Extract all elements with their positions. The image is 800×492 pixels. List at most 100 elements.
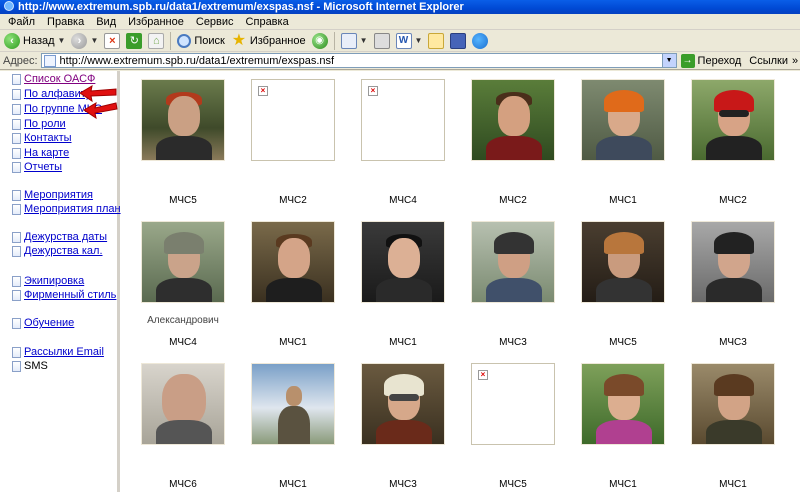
person-photo[interactable] (471, 221, 555, 303)
nav-item-by-role[interactable]: По роли (12, 118, 66, 130)
research-button[interactable] (448, 31, 468, 51)
refresh-button[interactable]: ↻ (124, 31, 144, 51)
document-icon (12, 189, 21, 201)
nav-link[interactable]: По роли (24, 118, 66, 130)
person-photo[interactable]: × (361, 79, 445, 161)
back-dropdown-icon[interactable]: ▼ (58, 36, 66, 45)
home-button[interactable]: ⌂ (146, 31, 166, 51)
person-card[interactable]: МЧС1 (241, 213, 351, 353)
person-card[interactable]: МЧС3 (461, 213, 571, 353)
nav-link[interactable]: Обучение (24, 317, 74, 329)
person-group: МЧС5 (499, 479, 527, 490)
nav-item-training[interactable]: Обучение (12, 317, 74, 329)
nav-link[interactable]: Мероприятия план (24, 203, 121, 215)
book-icon (450, 32, 467, 49)
nav-item-brand-style[interactable]: Фирменный стиль (12, 289, 116, 301)
address-input[interactable]: http://www.extremum.spb.ru/data1/extremu… (40, 53, 677, 68)
favorites-button[interactable]: ★ Избранное (229, 31, 308, 51)
person-photo[interactable] (581, 363, 665, 445)
nav-item-events-plan[interactable]: Мероприятия план (12, 203, 121, 215)
person-group: МЧС1 (279, 337, 307, 348)
person-group: МЧС1 (279, 479, 307, 490)
discuss-button[interactable] (426, 31, 446, 51)
media-button[interactable]: ◉ (310, 31, 330, 51)
person-photo[interactable] (581, 221, 665, 303)
nav-link[interactable]: Фирменный стиль (24, 289, 116, 301)
person-photo[interactable] (251, 221, 335, 303)
menu-tools[interactable]: Сервис (190, 16, 240, 28)
forward-button[interactable]: › ▼ (69, 31, 100, 51)
nav-item-equipment[interactable]: Экипировка (12, 275, 84, 287)
messenger-button[interactable] (470, 31, 490, 51)
person-photo[interactable] (251, 363, 335, 445)
person-card[interactable]: Александрович МЧС4 (131, 213, 241, 353)
nav-link[interactable]: На карте (24, 147, 69, 159)
links-label: Ссылки (749, 54, 788, 67)
person-photo[interactable] (361, 363, 445, 445)
person-card[interactable]: МЧС3 (681, 213, 791, 353)
nav-link[interactable]: Дежурства кал. (24, 245, 103, 257)
nav-link[interactable]: Контакты (24, 132, 72, 144)
forward-dropdown-icon[interactable]: ▼ (90, 36, 98, 45)
menu-file[interactable]: Файл (2, 16, 41, 28)
stop-button[interactable]: × (102, 31, 122, 51)
menu-view[interactable]: Вид (90, 16, 122, 28)
person-photo[interactable] (691, 221, 775, 303)
nav-link[interactable]: Мероприятия (24, 189, 93, 201)
person-card[interactable]: × МЧС4 (351, 71, 461, 211)
person-card[interactable]: МЧС1 (571, 71, 681, 211)
nav-item-sms[interactable]: SMS (12, 360, 48, 372)
nav-item-duty-calendar[interactable]: Дежурства кал. (12, 245, 103, 257)
person-card[interactable]: МЧС1 (571, 355, 681, 492)
menu-favorites[interactable]: Избранное (122, 16, 190, 28)
person-card[interactable]: МЧС1 (351, 213, 461, 353)
person-photo[interactable]: × (471, 363, 555, 445)
person-photo[interactable] (581, 79, 665, 161)
back-button[interactable]: ‹ Назад ▼ (2, 31, 67, 51)
person-photo[interactable] (361, 221, 445, 303)
person-group: МЧС1 (609, 195, 637, 206)
document-icon (12, 103, 21, 115)
person-card[interactable]: МЧС1 (681, 355, 791, 492)
mail-dropdown-icon[interactable]: ▼ (360, 36, 368, 45)
address-value: http://www.extremum.spb.ru/data1/extremu… (59, 54, 335, 67)
person-photo[interactable] (471, 79, 555, 161)
person-card[interactable]: × МЧС5 (461, 355, 571, 492)
nav-link[interactable]: Отчеты (24, 161, 62, 173)
nav-item-reports[interactable]: Отчеты (12, 161, 62, 173)
person-photo[interactable]: × (251, 79, 335, 161)
person-group: МЧС6 (169, 479, 197, 490)
nav-item-email-mailings[interactable]: Рассылки Email (12, 346, 104, 358)
nav-link[interactable]: Дежурства даты (24, 231, 107, 243)
edit-button[interactable]: W ▼ (394, 31, 425, 51)
person-photo[interactable] (691, 79, 775, 161)
edit-dropdown-icon[interactable]: ▼ (415, 36, 423, 45)
person-card[interactable]: МЧС6 (131, 355, 241, 492)
person-card[interactable]: МЧС3 (351, 355, 461, 492)
go-button[interactable]: → Переход (680, 53, 741, 68)
mail-button[interactable]: ▼ (339, 31, 370, 51)
person-photo[interactable] (141, 79, 225, 161)
nav-item-duty-dates[interactable]: Дежурства даты (12, 231, 107, 243)
forward-arrow-icon: › (71, 32, 88, 49)
address-dropdown-icon[interactable]: ▼ (661, 54, 676, 67)
person-card[interactable]: МЧС1 (241, 355, 351, 492)
person-card[interactable]: × МЧС2 (241, 71, 351, 211)
person-photo[interactable] (141, 363, 225, 445)
menu-help[interactable]: Справка (240, 16, 295, 28)
person-card[interactable]: МЧС5 (571, 213, 681, 353)
print-button[interactable] (372, 31, 392, 51)
nav-item-map[interactable]: На карте (12, 147, 69, 159)
search-button[interactable]: Поиск (175, 31, 226, 51)
person-card[interactable]: МЧС2 (461, 71, 571, 211)
nav-link[interactable]: Экипировка (24, 275, 84, 287)
links-button[interactable]: Ссылки » (749, 55, 798, 67)
person-photo[interactable] (691, 363, 775, 445)
nav-item-events[interactable]: Мероприятия (12, 189, 93, 201)
person-photo[interactable] (141, 221, 225, 303)
person-card[interactable]: МЧС2 (681, 71, 791, 211)
person-card[interactable]: МЧС5 (131, 71, 241, 211)
nav-item-contacts[interactable]: Контакты (12, 132, 72, 144)
nav-link[interactable]: Рассылки Email (24, 346, 104, 358)
menu-edit[interactable]: Правка (41, 16, 90, 28)
